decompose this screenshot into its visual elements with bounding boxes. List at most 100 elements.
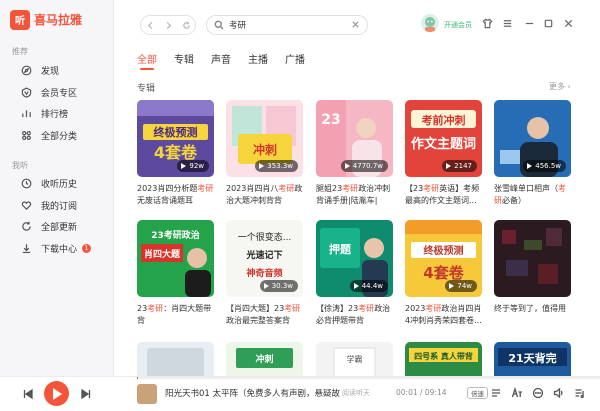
clear-search-icon[interactable] <box>351 20 361 30</box>
app-name: 喜马拉雅 <box>34 13 83 27</box>
album-cover[interactable]: 23考研政治 肖四大题 <box>137 220 214 297</box>
more-link[interactable]: 更多 › <box>549 81 571 92</box>
play-icon <box>449 283 455 289</box>
search-input[interactable] <box>229 18 347 32</box>
album-card[interactable]: 考前冲刺 作文主题词 2147 【23考研英语】考频最高的作文主题词... <box>405 100 482 207</box>
album-card[interactable]: 一个很变态... 光速记下神奇音频 30.3w 【肖四大题】23考研政治最完整答案背诵… <box>226 220 303 327</box>
svg-text:四号系 真人带背: 四号系 真人带背 <box>414 351 473 361</box>
album-title-keyword: 考研 <box>425 304 442 313</box>
album-title[interactable]: 2023肖四肖八考研政治大题冲刺背背 <box>226 183 303 207</box>
album-title-text: 2023肖四分析题 <box>137 184 198 193</box>
album-title[interactable]: 2023肖四分析题考研无废话背诵题耳 <box>137 183 214 207</box>
album-title[interactable]: 张雪峰单口相声（考研必备） <box>494 183 571 207</box>
album-title[interactable]: 腿姐23考研政治冲刺背诵手册|陆胤车|大... <box>316 183 393 207</box>
minimize-icon[interactable] <box>522 16 536 30</box>
play-count: 30.3w <box>271 282 293 290</box>
album-title-text: 无废话背诵题耳 <box>137 196 193 205</box>
album-card[interactable]: 终极预测 4套卷 74w 2023考研政治肖四肖4冲刺肖秀荣四套卷... <box>405 220 482 327</box>
svg-text:21天背完: 21天背完 <box>508 351 556 365</box>
vip-icon <box>20 86 32 98</box>
prev-icon[interactable] <box>21 387 35 401</box>
album-card[interactable]: 456.5w 张雪峰单口相声（考研必备） <box>494 100 571 207</box>
play-count: 92w <box>189 162 204 170</box>
tab-3[interactable]: 主播 <box>248 51 268 70</box>
album-cover[interactable]: 一个很变态... 光速记下 神奇音频 30.3w <box>226 220 303 297</box>
progress-bar[interactable] <box>137 377 600 379</box>
playlist-icon[interactable] <box>573 386 587 400</box>
album-title-keyword: 考研 <box>197 184 214 193</box>
album-card[interactable]: 23考研政治 肖四大题 23考研：肖四大题带背 <box>137 220 214 327</box>
list-icon[interactable] <box>489 386 503 400</box>
sidebar-item-label: 我的订阅 <box>41 201 78 212</box>
play-icon <box>181 163 187 169</box>
album-title-text: 2023 <box>405 304 426 313</box>
album-title[interactable]: 【23考研英语】考频最高的作文主题词... <box>405 183 482 207</box>
sidebar-recommend-item-1[interactable]: 会员专区 <box>0 82 113 104</box>
lyrics-icon[interactable] <box>510 386 524 400</box>
album-cover[interactable]: 押题 44.4w <box>316 220 393 297</box>
close-icon[interactable] <box>561 16 575 30</box>
sidebar-item-label: 排行榜 <box>41 110 69 121</box>
album-card[interactable]: 冲刺 353.3w 2023肖四肖八考研政治大题冲刺背背 <box>226 100 303 207</box>
next-icon[interactable] <box>79 387 93 401</box>
album-title[interactable]: 终于等到了，值得用 <box>494 303 571 327</box>
sidebar-recommend-item-2[interactable]: 排行榜 <box>0 103 113 125</box>
album-cover[interactable]: 终极预测 4套卷 92w <box>137 100 214 177</box>
album-cover[interactable]: 冲刺 353.3w <box>226 100 303 177</box>
sidebar-mine-item-0[interactable]: 收听历史 <box>0 173 113 195</box>
tab-1[interactable]: 专辑 <box>174 51 194 70</box>
speed-button[interactable]: 倍速 <box>467 387 488 399</box>
album-cover[interactable]: 23 4770.7w <box>316 100 393 177</box>
vip-link[interactable]: 开通会员 <box>444 20 472 30</box>
download-count-badge: 1 <box>82 243 92 253</box>
album-cover-art <box>494 220 571 297</box>
album-card[interactable]: 23 4770.7w 腿姐23考研政治冲刺背诵手册|陆胤车|大... <box>316 100 393 207</box>
maximize-icon[interactable] <box>541 16 555 30</box>
sidebar-item-label: 会员专区 <box>41 88 78 99</box>
album-title[interactable]: 【肖四大题】23考研政治最完整答案背诵... <box>226 303 303 327</box>
now-playing-cover[interactable] <box>137 384 157 404</box>
skin-icon[interactable] <box>480 16 494 30</box>
back-icon[interactable] <box>143 18 157 32</box>
play-count-badge: 30.3w <box>259 280 298 292</box>
sidebar-recommend-item-0[interactable]: 发现 <box>0 60 113 82</box>
album-cover[interactable]: 456.5w <box>494 100 571 177</box>
album-card[interactable]: 终极预测 4套卷 92w 2023肖四分析题考研无废话背诵题耳 <box>137 100 214 207</box>
album-card[interactable]: 终于等到了，值得用 <box>494 220 571 327</box>
album-card[interactable]: 押题 44.4w 【徐涛】23考研政治必背押题带背 <box>316 220 393 327</box>
player-bar: 阳光天书01 太平阵（免费多人有声剧，悬疑故事... 阅读听天 00:01 / … <box>0 376 600 411</box>
play-count: 353.3w <box>267 162 293 170</box>
album-cover[interactable]: 考前冲刺 作文主题词 2147 <box>405 100 482 177</box>
sidebar-mine-item-2[interactable]: 全部更新 <box>0 216 113 238</box>
album-cover[interactable]: 终极预测 4套卷 74w <box>405 220 482 297</box>
menu-icon[interactable] <box>500 16 514 30</box>
album-title[interactable]: 【徐涛】23考研政治必背押题带背 <box>316 303 393 327</box>
forward-icon[interactable] <box>161 18 175 32</box>
now-playing-title[interactable]: 阳光天书01 太平阵（免费多人有声剧，悬疑故事... <box>165 387 340 399</box>
brand[interactable]: 听 喜马拉雅 <box>0 0 113 30</box>
volume-icon[interactable] <box>552 386 566 400</box>
play-icon <box>263 283 269 289</box>
more-options-icon[interactable] <box>531 386 545 400</box>
album-cover[interactable] <box>494 220 571 297</box>
svg-text:考前冲刺: 考前冲刺 <box>422 113 466 127</box>
search-icon[interactable] <box>214 20 224 30</box>
sidebar-mine-item-1[interactable]: 我的订阅 <box>0 195 113 217</box>
tab-4[interactable]: 广播 <box>285 51 305 70</box>
play-icon <box>344 163 350 169</box>
album-title[interactable]: 23考研：肖四大题带背 <box>137 303 214 327</box>
refresh-icon[interactable] <box>179 18 193 32</box>
play-count: 2147 <box>454 162 472 170</box>
tab-2[interactable]: 声音 <box>211 51 231 70</box>
play-button[interactable] <box>44 381 69 406</box>
sidebar-recommend-item-3[interactable]: 全部分类 <box>0 125 113 147</box>
play-count-badge: 353.3w <box>255 160 298 172</box>
heart-icon <box>20 199 32 211</box>
tab-0[interactable]: 全部 <box>137 51 157 70</box>
sidebar-mine-item-3[interactable]: 下载中心 1 <box>0 238 113 260</box>
album-title[interactable]: 2023考研政治肖四肖4冲刺肖秀荣四套卷... <box>405 303 482 327</box>
now-playing-action[interactable]: 阅读听天 <box>342 388 370 398</box>
svg-text:光速记下: 光速记下 <box>245 249 282 261</box>
avatar[interactable] <box>421 14 439 32</box>
album-title-text: 2023肖四肖八 <box>226 184 279 193</box>
